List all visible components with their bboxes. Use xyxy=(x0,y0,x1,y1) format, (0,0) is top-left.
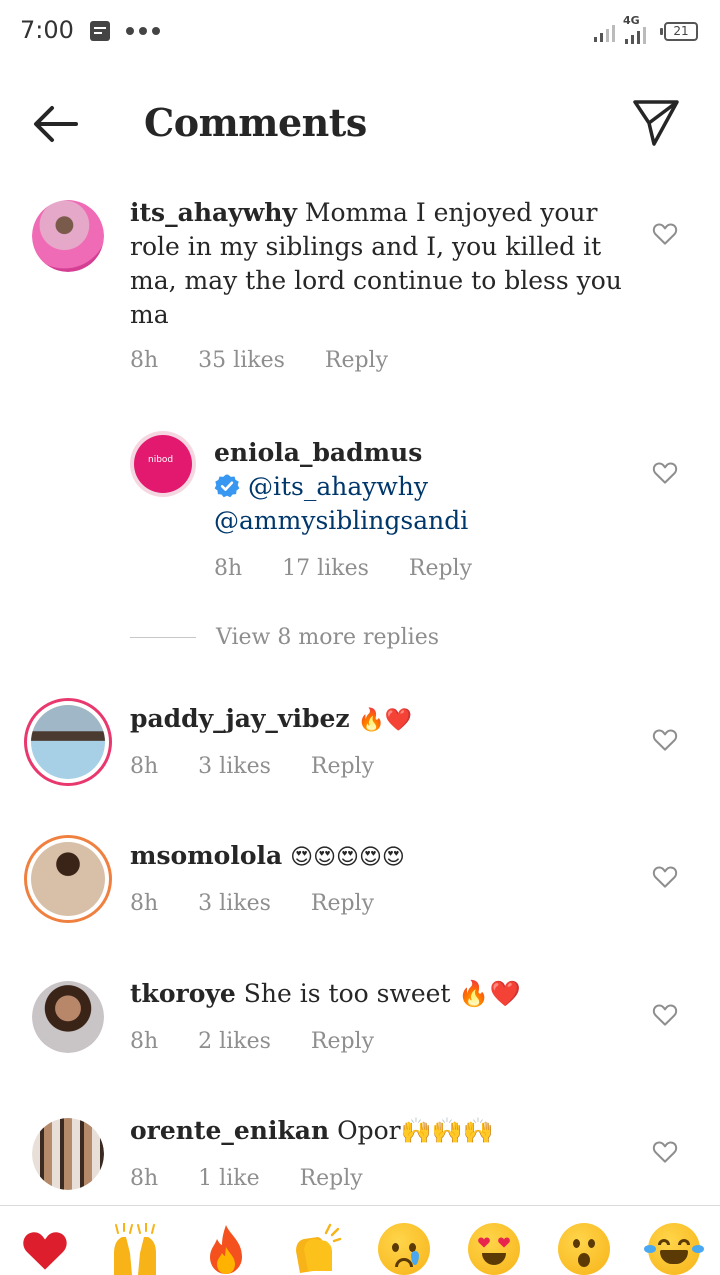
reply-button[interactable]: Reply xyxy=(409,556,472,581)
avatar[interactable] xyxy=(32,981,104,1053)
comment-likes[interactable]: 35 likes xyxy=(198,348,285,373)
paper-plane-icon xyxy=(633,100,679,146)
comment-time: 8h xyxy=(130,1029,159,1054)
view-more-replies-label: View 8 more replies xyxy=(216,625,440,650)
comment-item: tkoroye She is too sweet 🔥❤️ 8h 2 likes … xyxy=(0,975,720,1075)
heart-outline-icon xyxy=(652,866,678,888)
mouth xyxy=(578,1253,590,1267)
more-notifications-icon xyxy=(126,27,160,35)
signal-icon-2 xyxy=(625,24,646,44)
red-heart-emoji-button[interactable] xyxy=(18,1223,70,1275)
comment-text: She is too sweet 🔥❤️ xyxy=(243,979,521,1008)
emoji-reaction-bar xyxy=(0,1205,720,1275)
share-button[interactable] xyxy=(630,96,682,148)
eye xyxy=(392,1243,399,1252)
reply-button[interactable]: Reply xyxy=(325,348,388,373)
comment-time: 8h xyxy=(214,556,243,581)
heart-eye-icon xyxy=(478,1237,490,1248)
mention-link[interactable]: @its_ahaywhy xyxy=(248,472,428,501)
comment-time: 8h xyxy=(130,348,159,373)
status-bar: 7:00 4G 21 xyxy=(0,0,720,62)
page-title: Comments xyxy=(144,100,367,145)
comment-text: 🔥❤️ xyxy=(357,708,413,733)
clapping-hands-icon xyxy=(296,1223,342,1273)
comment-username[interactable]: msomololа xyxy=(130,841,282,870)
comment-likes[interactable]: 1 like xyxy=(198,1166,259,1191)
comment-username[interactable]: orente_enikan xyxy=(130,1116,329,1145)
header: Comments xyxy=(0,62,720,182)
heart-outline-icon xyxy=(652,1004,678,1026)
comment-likes[interactable]: 2 likes xyxy=(198,1029,271,1054)
eye xyxy=(573,1239,580,1248)
avatar[interactable] xyxy=(24,835,112,923)
reply-button[interactable]: Reply xyxy=(311,754,374,779)
mouth xyxy=(660,1250,688,1264)
eye xyxy=(678,1239,690,1245)
surprised-face-emoji-button[interactable] xyxy=(558,1223,610,1275)
battery-icon: 21 xyxy=(660,22,698,41)
fire-emoji-button[interactable] xyxy=(204,1223,256,1275)
like-button[interactable] xyxy=(650,999,680,1029)
avatar-logo-text: nibod xyxy=(148,455,174,465)
comment-username[interactable]: its_ahaywhy xyxy=(130,198,297,227)
like-button[interactable] xyxy=(650,1136,680,1166)
like-button[interactable] xyxy=(650,724,680,754)
comment-item: msomololа 😍😍😍😍😍 8h 3 likes Reply xyxy=(0,835,720,937)
comment-time: 8h xyxy=(130,1166,159,1191)
comment-username[interactable]: eniola_badmus xyxy=(214,436,634,470)
comment-item: its_ahaywhy Momma I enjoyed your role in… xyxy=(0,196,720,396)
comment-time: 8h xyxy=(130,754,159,779)
fire-icon xyxy=(210,1225,242,1274)
avatar[interactable] xyxy=(32,1118,104,1190)
avatar[interactable] xyxy=(24,698,112,786)
like-button[interactable] xyxy=(650,218,680,248)
tear-drop xyxy=(692,1245,704,1253)
arrow-left-icon xyxy=(34,106,78,142)
heart-outline-icon xyxy=(652,729,678,751)
reply-button[interactable]: Reply xyxy=(300,1166,363,1191)
clapping-hands-emoji-button[interactable] xyxy=(290,1223,342,1275)
comment-text: Opor🙌🙌🙌 xyxy=(337,1116,495,1145)
eye xyxy=(588,1239,595,1248)
heart-outline-icon xyxy=(652,462,678,484)
tear-drop xyxy=(644,1245,656,1253)
divider xyxy=(130,637,196,638)
avatar[interactable]: nibod xyxy=(130,431,196,497)
verified-badge-icon xyxy=(214,474,240,498)
signal-icon xyxy=(594,22,615,42)
heart-outline-icon xyxy=(652,1141,678,1163)
reply-button[interactable]: Reply xyxy=(311,1029,374,1054)
raising-hands-emoji-button[interactable] xyxy=(108,1222,160,1275)
heart-eye-icon xyxy=(498,1237,510,1248)
crying-face-emoji-button[interactable] xyxy=(378,1223,430,1275)
comment-likes[interactable]: 3 likes xyxy=(198,754,271,779)
like-button[interactable] xyxy=(650,861,680,891)
reply-button[interactable]: Reply xyxy=(311,891,374,916)
reply-item: nibod eniola_badmus @its_ahaywhy @ammysi… xyxy=(0,431,720,602)
tears-of-joy-emoji-button[interactable] xyxy=(644,1223,704,1275)
raising-hands-icon xyxy=(114,1222,156,1275)
like-button[interactable] xyxy=(650,457,680,487)
notification-icon xyxy=(90,21,110,41)
tear-drop xyxy=(411,1251,419,1265)
mouth xyxy=(395,1258,413,1267)
status-time: 7:00 xyxy=(20,16,74,44)
heart-outline-icon xyxy=(652,223,678,245)
mouth xyxy=(482,1253,506,1265)
mention-link[interactable]: @ammysiblingsandi xyxy=(214,504,634,538)
heart-eyes-emoji-button[interactable] xyxy=(468,1223,520,1275)
comment-likes[interactable]: 3 likes xyxy=(198,891,271,916)
red-heart-icon xyxy=(23,1232,67,1270)
comment-username[interactable]: paddy_jay_vibez xyxy=(130,704,350,733)
back-button[interactable] xyxy=(28,98,84,150)
view-more-replies-button[interactable]: View 8 more replies xyxy=(130,625,439,650)
comment-likes[interactable]: 17 likes xyxy=(282,556,369,581)
comment-username[interactable]: tkoroye xyxy=(130,979,236,1008)
comment-item: paddy_jay_vibez 🔥❤️ 8h 3 likes Reply xyxy=(0,698,720,800)
avatar[interactable] xyxy=(32,200,104,272)
comment-time: 8h xyxy=(130,891,159,916)
comment-item: orente_enikan Opor🙌🙌🙌 8h 1 like Reply xyxy=(0,1112,720,1204)
comment-text: 😍😍😍😍😍 xyxy=(290,845,405,870)
eye xyxy=(658,1239,670,1245)
